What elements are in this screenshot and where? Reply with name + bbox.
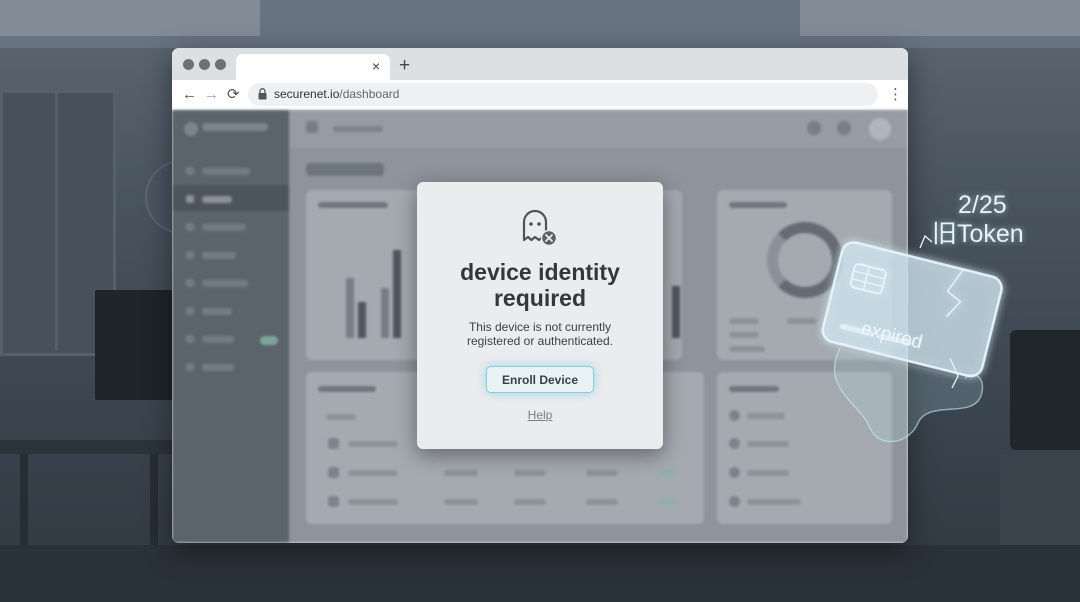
tab-bar: × + [172,48,908,80]
new-tab-icon[interactable]: + [399,54,410,78]
forward-icon[interactable]: → [204,85,219,105]
bar [358,302,366,338]
table-cell [514,470,546,476]
app-name-placeholder [202,123,268,131]
bar [393,250,401,338]
url-text: securenet.io/dashboard [274,87,399,102]
legend-placeholder [729,346,765,352]
browser-menu-icon[interactable]: ⋮ [888,85,903,105]
sidebar-icon [186,195,194,203]
sidebar-icon [186,279,194,287]
list-item [747,413,785,419]
table-cell [660,499,676,505]
language-icon [729,438,740,449]
browser-tab[interactable] [236,54,390,80]
dialog-message-line1: This device is not currently [468,320,612,334]
table-cell [444,470,478,476]
table-row [348,470,398,476]
card-title-placeholder [729,386,779,392]
lock-icon [258,88,267,100]
device-identity-dialog: device identity required This device is … [417,182,663,449]
dialog-title-line2: required [493,285,587,311]
sidebar-badge [260,336,278,345]
dialog-message-line2: registered or authenticated. [466,334,614,348]
row-icon [328,438,339,449]
enroll-device-button[interactable]: Enroll Device [486,366,594,393]
background-desk [0,440,180,454]
app-logo-icon [184,122,198,136]
reload-icon[interactable]: ⟳ [227,85,240,105]
token-date-label: 2/25 [958,191,1007,219]
window-minimize-dot[interactable] [199,59,210,70]
card-title-placeholder [318,386,376,392]
table-cell [444,499,478,505]
list-item [747,470,789,476]
card-title-placeholder [318,202,388,208]
sidebar-item-placeholder [202,252,236,259]
dialog-title-line1: device identity [460,259,620,285]
address-bar[interactable]: securenet.io/dashboard [248,83,878,106]
table-cell [586,470,618,476]
back-icon[interactable]: ← [182,85,197,105]
ceiling-light [800,0,1080,36]
dashboard-topbar [289,110,908,148]
sidebar-item-placeholder [202,336,234,343]
desk-leg [20,454,28,554]
ghost-warning-icon [522,209,558,247]
desk-leg [150,454,158,554]
sidebar-icon [186,307,194,315]
help-link[interactable]: Help [417,408,663,422]
floor [0,545,1080,602]
language-icon [729,496,740,507]
sidebar-item-placeholder [202,280,248,287]
table-cell [660,470,676,476]
url-path: /dashboard [339,87,400,101]
tab-close-icon[interactable]: × [372,56,380,76]
sidebar-icon [186,335,194,343]
table-header-placeholder [326,414,356,420]
legend-placeholder [729,318,759,324]
search-placeholder [333,126,383,132]
language-icon [729,467,740,478]
dashboard-heading-placeholder [306,163,384,176]
bar [381,288,389,338]
avatar [869,118,891,140]
card-title-placeholder [729,202,787,208]
background-monitor [95,290,175,400]
ceiling-light [0,0,260,36]
window-close-dot[interactable] [183,59,194,70]
list-item [747,441,789,447]
table-row [348,441,398,447]
sidebar-icon [186,223,194,231]
window-zoom-dot[interactable] [215,59,226,70]
table-cell [514,499,546,505]
settings-icon [807,121,821,135]
sidebar-icon [186,167,194,175]
background-window-frame [0,90,58,350]
table-cell [586,499,618,505]
url-domain: securenet.io [274,87,340,101]
bar [346,278,354,338]
sidebar-icon [186,251,194,259]
dialog-message: This device is not currently registered … [417,320,663,348]
bar [672,286,680,338]
sidebar-item-placeholder [202,224,246,231]
sidebar-icon [186,363,194,371]
sidebar-item-placeholder [202,168,250,175]
sidebar-item-placeholder [202,308,232,315]
dialog-title: device identity required [417,259,663,311]
table-row [348,499,398,505]
sidebar-item-placeholder [202,364,234,371]
row-icon [328,467,339,478]
language-icon [729,410,740,421]
background-chair [1010,330,1080,450]
dashboard-sidebar [172,110,289,543]
legend-placeholder [729,332,759,338]
menu-icon [306,121,318,133]
browser-toolbar: ← → ⟳ securenet.io/dashboard ⋮ [172,80,908,111]
sidebar-item-placeholder [202,196,232,203]
list-item [747,499,801,505]
row-icon [328,496,339,507]
bell-icon [837,121,851,135]
